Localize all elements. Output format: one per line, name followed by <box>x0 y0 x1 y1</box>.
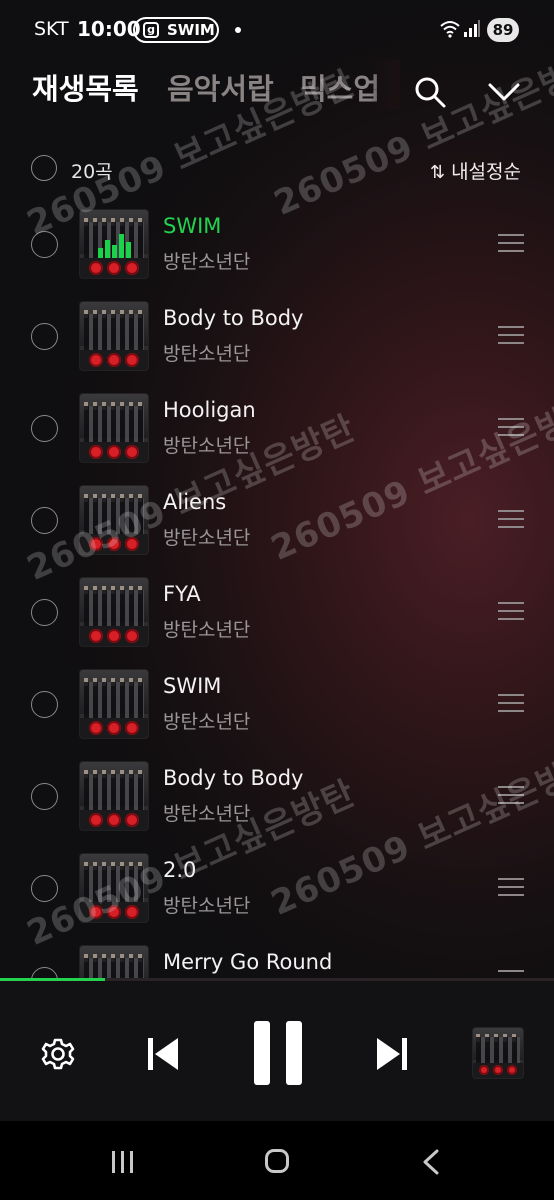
track-checkbox[interactable] <box>31 507 58 534</box>
track-row[interactable]: FYA 방탄소년단 <box>0 568 554 660</box>
track-row[interactable]: SWIM 방탄소년단 <box>0 200 554 292</box>
track-artist: 방탄소년단 <box>163 435 251 457</box>
track-row[interactable]: SWIM 방탄소년단 <box>0 660 554 752</box>
track-checkbox[interactable] <box>31 323 58 350</box>
search-icon[interactable] <box>412 74 448 110</box>
tab-fade <box>370 60 400 110</box>
track-checkbox[interactable] <box>31 231 58 258</box>
track-artist: 방탄소년단 <box>163 803 251 825</box>
track-title: 2.0 <box>163 858 197 882</box>
watermark: 260509 보고싶은방탄 <box>268 43 554 224</box>
track-checkbox[interactable] <box>31 415 58 442</box>
track-title: Aliens <box>163 490 227 514</box>
track-artist: 방탄소년단 <box>163 895 251 917</box>
track-list: SWIM 방탄소년단 Body to Body 방탄소년단 Hooligan 방탄소년단 A… <box>0 200 554 978</box>
now-playing-album-art[interactable] <box>473 1028 523 1078</box>
drag-handle-icon[interactable] <box>498 602 524 622</box>
track-title: SWIM <box>163 214 222 238</box>
now-playing-pill-label: SWIM <box>167 21 215 39</box>
album-art <box>80 578 148 646</box>
sort-label: 내설정순 <box>451 161 521 183</box>
track-row[interactable]: Body to Body 방탄소년단 <box>0 752 554 844</box>
select-all-checkbox[interactable] <box>31 155 57 181</box>
album-art <box>80 670 148 738</box>
sort-button[interactable]: ⇅ 내설정순 <box>430 157 521 184</box>
track-title: FYA <box>163 582 201 606</box>
status-bar: SKT 10:00 g SWIM 89 <box>0 0 554 62</box>
track-title: Hooligan <box>163 398 256 422</box>
next-track-icon[interactable] <box>372 1034 412 1074</box>
track-title: Body to Body <box>163 766 304 790</box>
track-artist: 방탄소년단 <box>163 343 251 365</box>
track-title: Body to Body <box>163 306 304 330</box>
home-icon[interactable] <box>265 1149 289 1173</box>
track-row[interactable]: 2.0 방탄소년단 <box>0 844 554 936</box>
track-row[interactable]: Aliens 방탄소년단 <box>0 476 554 568</box>
drag-handle-icon[interactable] <box>498 878 524 898</box>
notification-dot-icon <box>235 27 241 33</box>
drag-handle-icon[interactable] <box>498 326 524 346</box>
track-artist: 방탄소년단 <box>163 619 251 641</box>
track-artist: 방탄소년단 <box>163 251 251 273</box>
player-bar <box>0 981 554 1121</box>
track-title: SWIM <box>163 674 222 698</box>
album-art <box>80 394 148 462</box>
gear-icon[interactable] <box>40 1036 76 1072</box>
track-checkbox[interactable] <box>31 967 58 978</box>
track-checkbox[interactable] <box>31 875 58 902</box>
now-playing-pill[interactable]: g SWIM <box>133 17 219 43</box>
drag-handle-icon[interactable] <box>498 510 524 530</box>
track-artist: 방탄소년단 <box>163 527 251 549</box>
track-count: 20곡 <box>71 161 113 183</box>
tab-playlist[interactable]: 재생목록 <box>32 66 139 108</box>
track-row[interactable]: Hooligan 방탄소년단 <box>0 384 554 476</box>
album-art <box>80 302 148 370</box>
track-row[interactable]: Merry Go Round방탄소년단 <box>0 936 554 978</box>
track-row[interactable]: Body to Body 방탄소년단 <box>0 292 554 384</box>
chevron-down-icon[interactable] <box>486 76 522 108</box>
sort-icon: ⇅ <box>429 162 446 183</box>
wifi-icon <box>440 21 460 38</box>
tab-music-drawer[interactable]: 음악서랍 <box>167 66 274 108</box>
drag-handle-icon[interactable] <box>498 786 524 806</box>
battery-indicator: 89 <box>487 18 519 42</box>
track-title: Merry Go Round <box>163 950 333 974</box>
album-art <box>80 946 148 978</box>
carrier-label: SKT <box>34 18 69 40</box>
system-navigation-bar <box>0 1121 554 1200</box>
back-icon[interactable] <box>420 1149 442 1175</box>
drag-handle-icon[interactable] <box>498 694 524 714</box>
album-art <box>80 854 148 922</box>
genie-app-icon: g <box>143 22 159 38</box>
album-art <box>80 762 148 830</box>
track-checkbox[interactable] <box>31 783 58 810</box>
drag-handle-icon[interactable] <box>498 234 524 254</box>
recents-icon[interactable] <box>110 1151 136 1173</box>
equalizer-icon <box>98 232 132 258</box>
signal-icon <box>464 20 480 37</box>
track-artist: 방탄소년단 <box>163 711 251 733</box>
previous-track-icon[interactable] <box>143 1034 183 1074</box>
list-header: 20곡 ⇅ 내설정순 <box>0 152 554 192</box>
tab-mixup[interactable]: 믹스업 <box>300 66 380 108</box>
pause-icon[interactable] <box>252 1021 304 1085</box>
album-art <box>80 486 148 554</box>
album-art <box>80 210 148 278</box>
track-checkbox[interactable] <box>31 691 58 718</box>
clock: 10:00 <box>77 17 141 41</box>
track-checkbox[interactable] <box>31 599 58 626</box>
drag-handle-icon[interactable] <box>498 970 524 978</box>
drag-handle-icon[interactable] <box>498 418 524 438</box>
